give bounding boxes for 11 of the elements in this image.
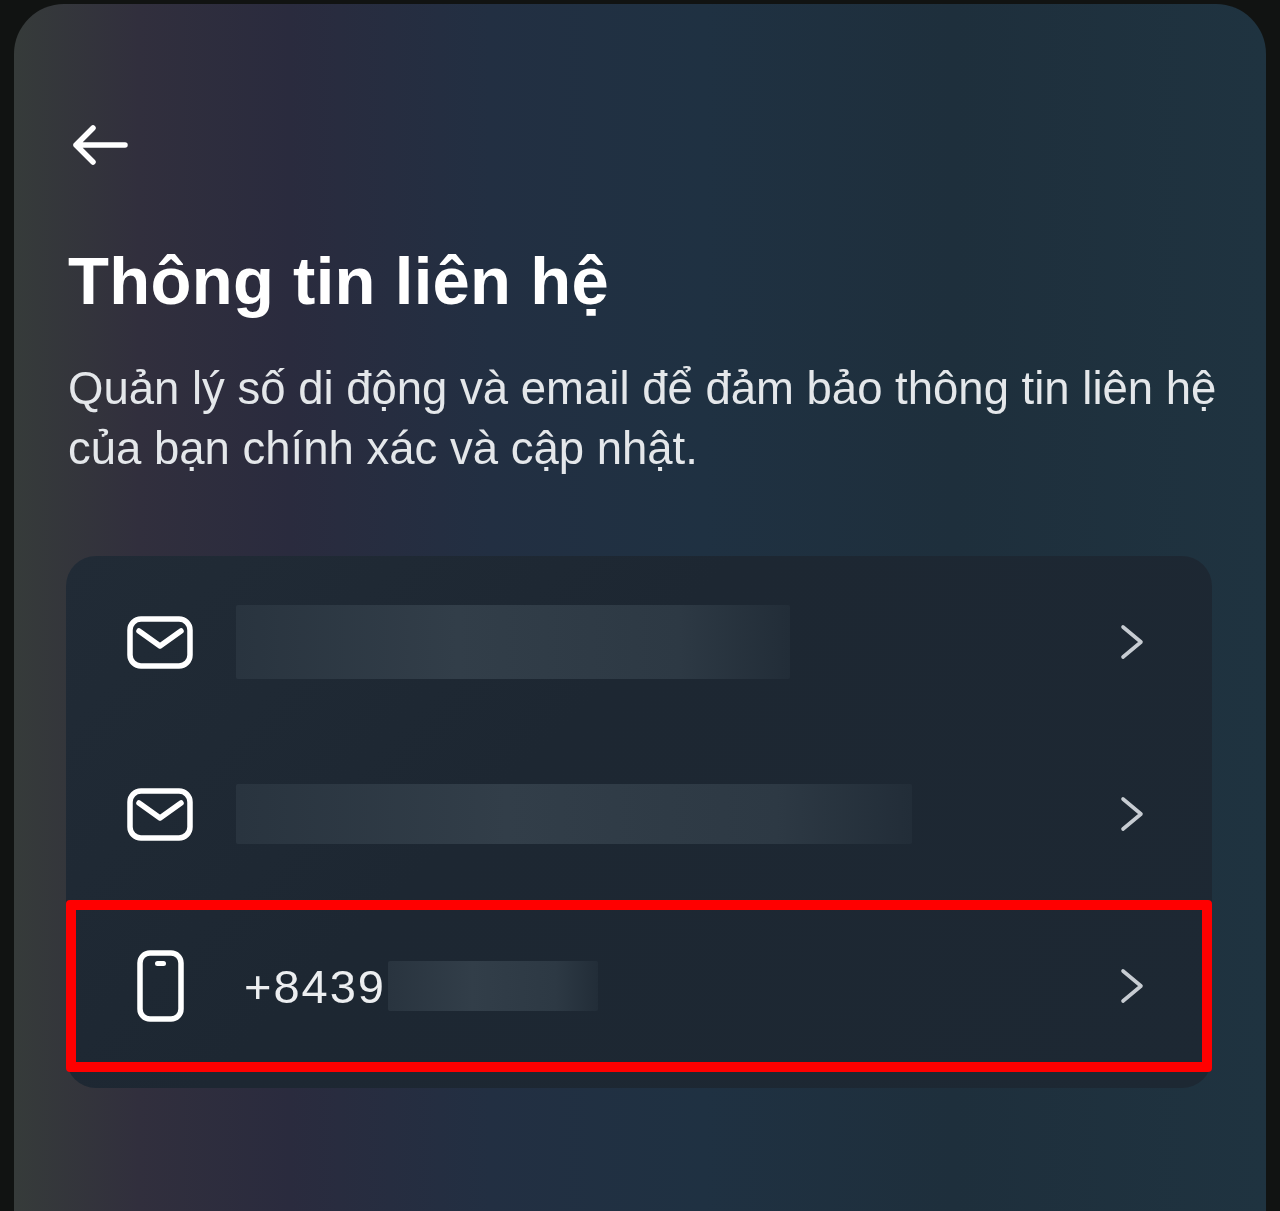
page-description: Quản lý số di động và email để đảm bảo thông tin liên hệ của bạn chính xác và cập nhật. [68,362,1218,476]
chevron-right-icon [1119,623,1145,661]
envelope-icon [127,615,193,669]
contact-row[interactable]: +8439 [66,900,1212,1072]
chevron-right-icon [1119,795,1145,833]
chevron-right-icon [1119,967,1145,1005]
phone-icon [136,950,184,1022]
envelope-icon [127,787,193,841]
page-title: Thông tin liên hệ [68,242,611,320]
back-arrow-icon [72,125,128,165]
back-button[interactable] [72,125,128,165]
